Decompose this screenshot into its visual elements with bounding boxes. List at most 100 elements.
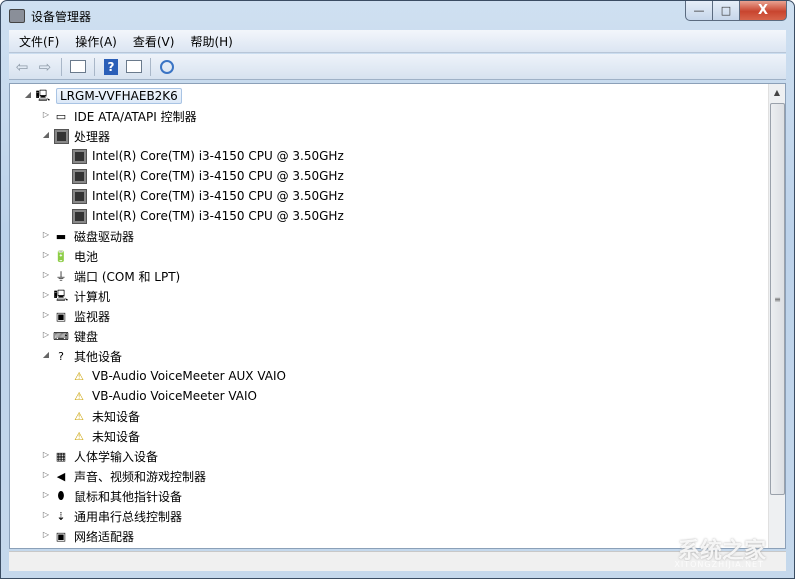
expand-arrow-icon[interactable]: ▷	[41, 310, 51, 319]
tree-item-label: Intel(R) Core(TM) i3-4150 CPU @ 3.50GHz	[92, 169, 344, 183]
tree-item-label: 人体学输入设备	[74, 449, 159, 464]
tree-item[interactable]: ⇣ 通用串行总线控制器	[53, 506, 182, 526]
tree-item[interactable]: ▦ 人体学输入设备	[53, 446, 158, 466]
title-bar: 设备管理器	[9, 6, 91, 26]
processor-icon	[71, 168, 87, 184]
action-pane-icon	[126, 60, 142, 73]
warning-device-icon: ⚠	[74, 389, 84, 403]
tree-item[interactable]: ⬮ 鼠标和其他指针设备	[53, 486, 182, 506]
toolbar-separator	[61, 57, 62, 76]
tree-item-label: 磁盘驱动器	[74, 229, 135, 244]
expand-arrow-icon[interactable]: ▷	[41, 470, 51, 479]
toolbar-separator	[94, 57, 95, 76]
expand-arrow-icon[interactable]: ▷	[41, 270, 51, 279]
speaker-icon: ◀	[56, 469, 66, 483]
tree-item[interactable]: 处理器	[53, 126, 110, 146]
device-tree: ▲ ≡ ◢ 🖳 LRGM-VVFHAEB2K6 ▷ ▭ IDE ATA/ATAPI 控制器…	[9, 83, 786, 549]
port-icon: ⏚	[55, 270, 67, 283]
help-icon: ?	[104, 58, 118, 75]
expand-arrow-icon[interactable]: ▷	[41, 530, 51, 539]
expand-arrow-icon[interactable]: ▷	[41, 450, 51, 459]
forward-button[interactable]: ⇨	[35, 57, 55, 77]
warning-device-icon: ⚠	[74, 429, 84, 443]
battery-icon: 🔋	[54, 249, 68, 263]
tree-item[interactable]: Intel(R) Core(TM) i3-4150 CPU @ 3.50GHz	[71, 186, 344, 206]
computer-icon: 🖳	[53, 288, 69, 302]
tree-item-label: 未知设备	[92, 409, 141, 424]
tree-item[interactable]: Intel(R) Core(TM) i3-4150 CPU @ 3.50GHz	[71, 166, 344, 186]
tree-item-label: 端口 (COM 和 LPT)	[74, 269, 181, 284]
window-title: 设备管理器	[31, 9, 92, 24]
collapse-arrow-icon[interactable]: ◢	[41, 130, 51, 139]
expand-arrow-icon[interactable]: ▷	[41, 330, 51, 339]
tree-item[interactable]: Intel(R) Core(TM) i3-4150 CPU @ 3.50GHz	[71, 206, 344, 226]
tree-item-label: 键盘	[74, 329, 99, 344]
tree-item[interactable]: Intel(R) Core(TM) i3-4150 CPU @ 3.50GHz	[71, 146, 344, 166]
show-hide-console-tree-button[interactable]	[68, 57, 88, 77]
network-adapter-icon: ▣	[55, 529, 67, 543]
tree-item-label: 网络适配器	[74, 529, 135, 544]
collapse-arrow-icon[interactable]: ◢	[41, 350, 51, 359]
tree-item-label: Intel(R) Core(TM) i3-4150 CPU @ 3.50GHz	[92, 209, 344, 223]
expand-arrow-icon[interactable]: ▷	[41, 290, 51, 299]
minimize-button[interactable]: —	[685, 1, 713, 21]
tree-item[interactable]: ⚠ 未知设备	[71, 426, 140, 446]
mouse-icon: ⬮	[57, 489, 65, 502]
tree-item[interactable]: ▣ 监视器	[53, 306, 110, 326]
tree-item-label: 鼠标和其他指针设备	[74, 489, 183, 504]
tree-item-label: 监视器	[74, 309, 111, 324]
processor-icon	[71, 148, 87, 164]
tree-item[interactable]: ▣ 网络适配器	[53, 526, 134, 546]
menu-view[interactable]: 查看(V)	[133, 33, 175, 50]
tree-item[interactable]: 🔋 电池	[53, 246, 98, 266]
tree-item[interactable]: ⚠ 未知设备	[71, 406, 140, 426]
collapse-arrow-icon[interactable]: ◢	[23, 90, 33, 99]
show-action-pane-button[interactable]	[124, 57, 144, 77]
expand-arrow-icon[interactable]: ▷	[41, 510, 51, 519]
watermark-url: XITONGZHIJIA.NET	[674, 560, 764, 569]
tree-item[interactable]: ⌨ 键盘	[53, 326, 98, 346]
hid-icon: ▦	[55, 449, 67, 463]
vertical-scrollbar[interactable]: ▲ ≡	[768, 84, 785, 548]
tree-item-label: 处理器	[74, 129, 111, 144]
help-button[interactable]: ?	[101, 57, 121, 77]
scan-hardware-changes-button[interactable]	[157, 57, 177, 77]
close-button[interactable]: X	[740, 1, 787, 21]
expand-arrow-icon[interactable]: ▷	[41, 110, 51, 119]
tree-item-label: Intel(R) Core(TM) i3-4150 CPU @ 3.50GHz	[92, 149, 344, 163]
tree-item-label: 其他设备	[74, 349, 123, 364]
computer-icon: 🖳	[35, 88, 51, 102]
menu-file[interactable]: 文件(F)	[19, 33, 59, 50]
ide-controller-icon: ▭	[55, 109, 67, 123]
tree-item[interactable]: ⚠ VB-Audio VoiceMeeter AUX VAIO	[71, 366, 286, 386]
tree-item[interactable]: ▭ IDE ATA/ATAPI 控制器	[53, 106, 197, 126]
scrollbar-thumb[interactable]: ≡	[770, 103, 785, 495]
toolbar: ⇦ ⇨ ?	[9, 54, 786, 80]
tree-item-label: VB-Audio VoiceMeeter AUX VAIO	[92, 369, 286, 383]
maximize-button[interactable]: □	[713, 1, 740, 21]
warning-device-icon: ⚠	[74, 369, 84, 383]
console-tree-icon	[70, 60, 86, 73]
tree-item[interactable]: 🖳 计算机	[53, 286, 110, 306]
scroll-up-button[interactable]: ▲	[769, 84, 785, 101]
tree-item[interactable]: ▬ 磁盘驱动器	[53, 226, 134, 246]
back-button[interactable]: ⇦	[12, 57, 32, 77]
usb-icon: ⇣	[56, 509, 66, 523]
warning-device-icon: ⚠	[74, 409, 84, 423]
tree-root[interactable]: 🖳 LRGM-VVFHAEB2K6	[35, 86, 182, 106]
tree-item[interactable]: ? 其他设备	[53, 346, 122, 366]
tree-item[interactable]: ◀ 声音、视频和游戏控制器	[53, 466, 206, 486]
menu-action[interactable]: 操作(A)	[75, 33, 117, 50]
monitor-icon: ▣	[55, 309, 67, 323]
expand-arrow-icon[interactable]: ▷	[41, 250, 51, 259]
tree-item-label: 未知设备	[92, 429, 141, 444]
menu-bar: 文件(F) 操作(A) 查看(V) 帮助(H)	[9, 30, 786, 53]
tree-item-label: 通用串行总线控制器	[74, 509, 183, 524]
expand-arrow-icon[interactable]: ▷	[41, 230, 51, 239]
tree-item[interactable]: ⏚ 端口 (COM 和 LPT)	[53, 266, 181, 286]
tree-item-label: Intel(R) Core(TM) i3-4150 CPU @ 3.50GHz	[92, 189, 344, 203]
menu-help[interactable]: 帮助(H)	[190, 33, 232, 50]
tree-item-label: VB-Audio VoiceMeeter VAIO	[92, 389, 257, 403]
expand-arrow-icon[interactable]: ▷	[41, 490, 51, 499]
tree-item[interactable]: ⚠ VB-Audio VoiceMeeter VAIO	[71, 386, 257, 406]
